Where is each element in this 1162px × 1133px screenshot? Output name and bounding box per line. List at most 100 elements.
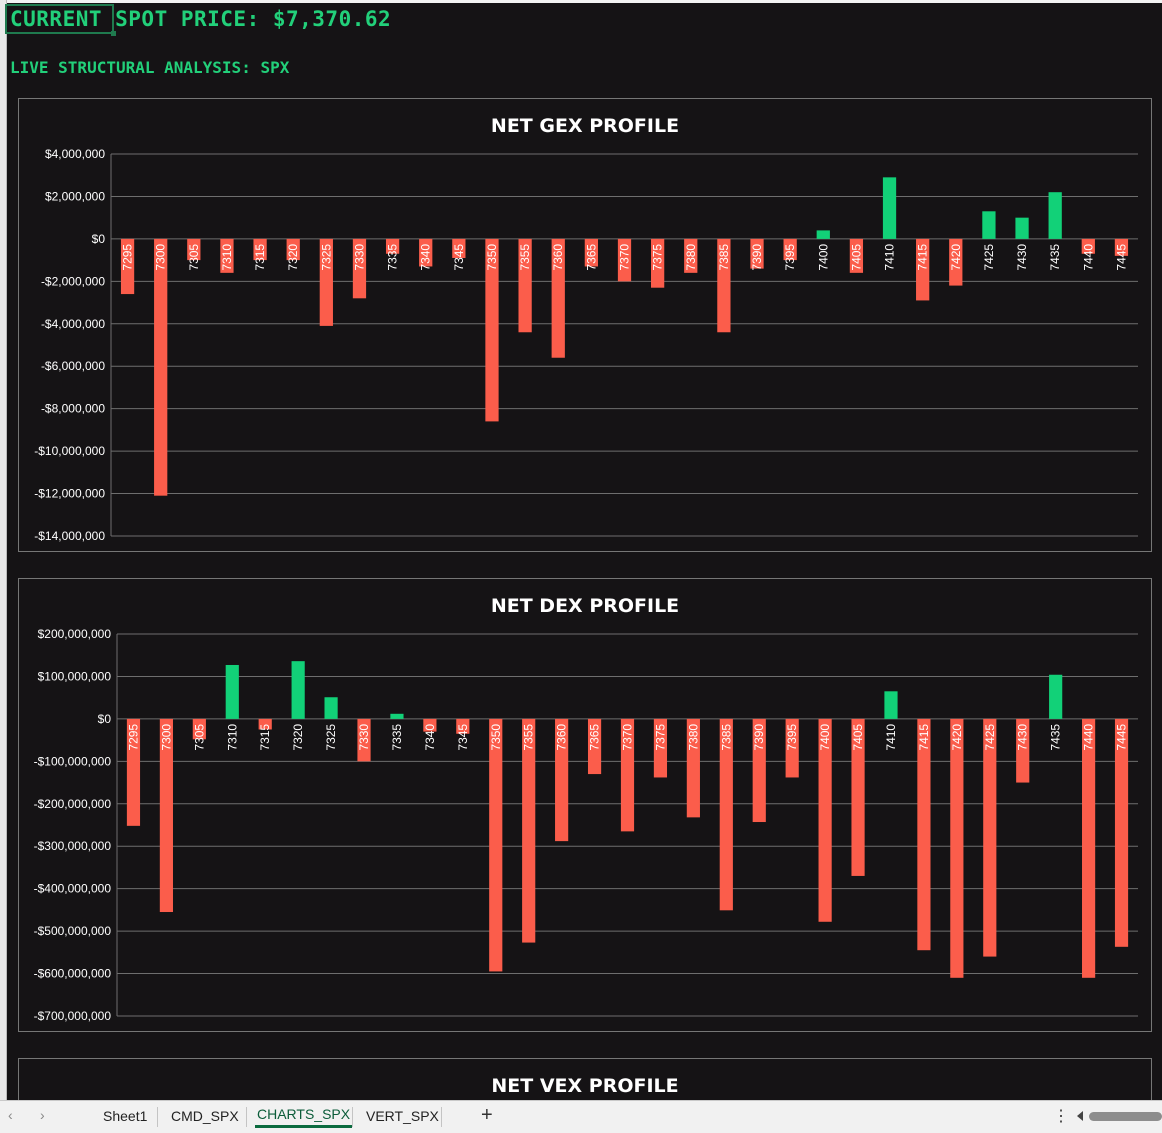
analysis-subtitle: LIVE STRUCTURAL ANALYSIS: SPX [10,58,290,77]
x-tick-label: 7320 [291,724,305,751]
bar-7430[interactable] [1015,217,1029,239]
bar-7410[interactable] [882,177,897,239]
y-tick-label: $0 [98,712,112,726]
y-tick-label: -$14,000,000 [34,529,105,543]
x-tick-label: 7350 [485,244,499,271]
x-tick-label: 7380 [684,244,698,271]
x-tick-label: 7390 [752,724,766,751]
x-tick-label: 7340 [419,244,433,271]
bar-7425[interactable] [982,211,996,239]
bar-7335[interactable] [390,713,404,719]
x-tick-label: 7395 [783,244,797,271]
tab-charts-spx[interactable]: CHARTS_SPX [254,1106,353,1128]
x-tick-label: 7355 [522,724,536,751]
x-tick-label: 7305 [187,244,201,271]
x-tick-label: 7430 [1016,724,1030,751]
x-tick-label: 7310 [225,724,239,751]
y-tick-label: $200,000,000 [38,627,112,641]
bar-7435[interactable] [1048,192,1062,239]
y-tick-label: $2,000,000 [45,189,105,203]
x-tick-label: 7415 [916,244,930,271]
y-tick-label: -$300,000,000 [34,839,112,853]
y-tick-label: -$600,000,000 [34,967,112,981]
x-tick-label: 7390 [750,244,764,271]
x-tick-label: 7445 [1114,244,1128,271]
x-tick-label: 7300 [154,244,168,271]
x-tick-label: 7345 [452,244,466,271]
bar-7435[interactable] [1049,674,1063,719]
chart-title: NET DEX PROFILE [491,595,679,617]
bar-7300[interactable] [154,238,168,496]
x-tick-label: 7320 [286,244,300,271]
y-tick-label: -$12,000,000 [34,487,105,501]
bar-7410[interactable] [884,691,898,719]
x-tick-label: 7370 [618,244,632,271]
x-tick-label: 7330 [357,724,371,751]
y-tick-label: -$6,000,000 [41,359,105,373]
bar-7440[interactable] [1082,718,1096,978]
bar-7355[interactable] [522,718,536,943]
bar-7445[interactable] [1114,718,1129,947]
x-tick-label: 7340 [423,724,437,751]
x-tick-label: 7440 [1081,244,1095,271]
x-tick-label: 7385 [717,244,731,271]
y-tick-label: -$700,000,000 [34,1009,112,1023]
x-tick-label: 7295 [121,244,135,271]
chevron-right-icon[interactable]: › [40,1107,45,1123]
scrollbar-thumb[interactable] [1089,1112,1162,1121]
x-tick-label: 7410 [884,724,898,751]
y-tick-label: -$2,000,000 [41,274,105,288]
x-tick-label: 7415 [917,724,931,751]
chart-title: NET VEX PROFILE [491,1075,678,1097]
y-tick-label: -$4,000,000 [41,317,105,331]
x-tick-label: 7430 [1015,244,1029,271]
y-tick-label: -$200,000,000 [34,797,112,811]
x-tick-label: 7325 [324,724,338,751]
more-options-icon[interactable]: ⋮ [1053,1106,1069,1126]
dex-chart[interactable]: NET DEX PROFILE $200,000,000 $100,000,000 $… [18,578,1152,1032]
spot-price-text: CURRENT SPOT PRICE: $7,370.62 [10,7,392,31]
y-tick-label: $0 [92,232,106,246]
horizontal-scrollbar[interactable] [1075,1109,1162,1123]
y-tick-label: -$400,000,000 [34,882,112,896]
bar-7425[interactable] [983,718,997,957]
sheet-tab-bar: ‹ › Sheet1 CMD_SPX CHARTS_SPX VERT_SPX +… [0,1100,1162,1133]
x-tick-label: 7325 [319,244,333,271]
x-tick-label: 7420 [949,244,963,271]
x-tick-label: 7410 [883,244,897,271]
scroll-left-icon[interactable] [1075,1109,1085,1123]
x-tick-label: 7345 [456,724,470,751]
x-tick-label: 7405 [849,244,863,271]
bar-7420[interactable] [950,718,964,978]
tab-sheet1[interactable]: Sheet1 [103,1108,147,1124]
x-tick-label: 7400 [816,244,830,271]
x-tick-label: 7330 [352,244,366,271]
x-tick-label: 7425 [983,724,997,751]
bar-7400[interactable] [816,230,830,239]
chevron-left-icon[interactable]: ‹ [8,1107,13,1123]
x-tick-label: 7305 [192,724,206,751]
x-tick-label: 7370 [621,724,635,751]
x-tick-label: 7360 [551,244,565,271]
bar-7415[interactable] [917,718,931,951]
y-tick-label: -$8,000,000 [41,402,105,416]
bar-7350[interactable] [489,718,503,972]
x-tick-label: 7375 [651,244,665,271]
bar-7320[interactable] [291,661,305,719]
add-sheet-button[interactable]: + [481,1104,493,1127]
x-tick-label: 7335 [386,244,400,271]
x-tick-label: 7355 [518,244,532,271]
x-tick-label: 7365 [584,244,598,271]
tab-cmd-spx[interactable]: CMD_SPX [171,1108,239,1124]
x-tick-label: 7310 [220,244,234,271]
x-tick-label: 7315 [258,724,272,751]
x-tick-label: 7445 [1115,724,1129,751]
bar-7310[interactable] [225,664,239,719]
x-tick-label: 7380 [686,724,700,751]
bar-7325[interactable] [324,697,338,719]
x-tick-label: 7335 [390,724,404,751]
y-tick-label: -$500,000,000 [34,924,112,938]
tab-vert-spx[interactable]: VERT_SPX [366,1108,439,1124]
gex-chart[interactable]: NET GEX PROFILE $4,000,000 $2,000,000 $0 -$2… [18,98,1152,552]
gex-chart-svg: NET GEX PROFILE $4,000,000 $2,000,000 $0 -$2… [34,115,1138,543]
